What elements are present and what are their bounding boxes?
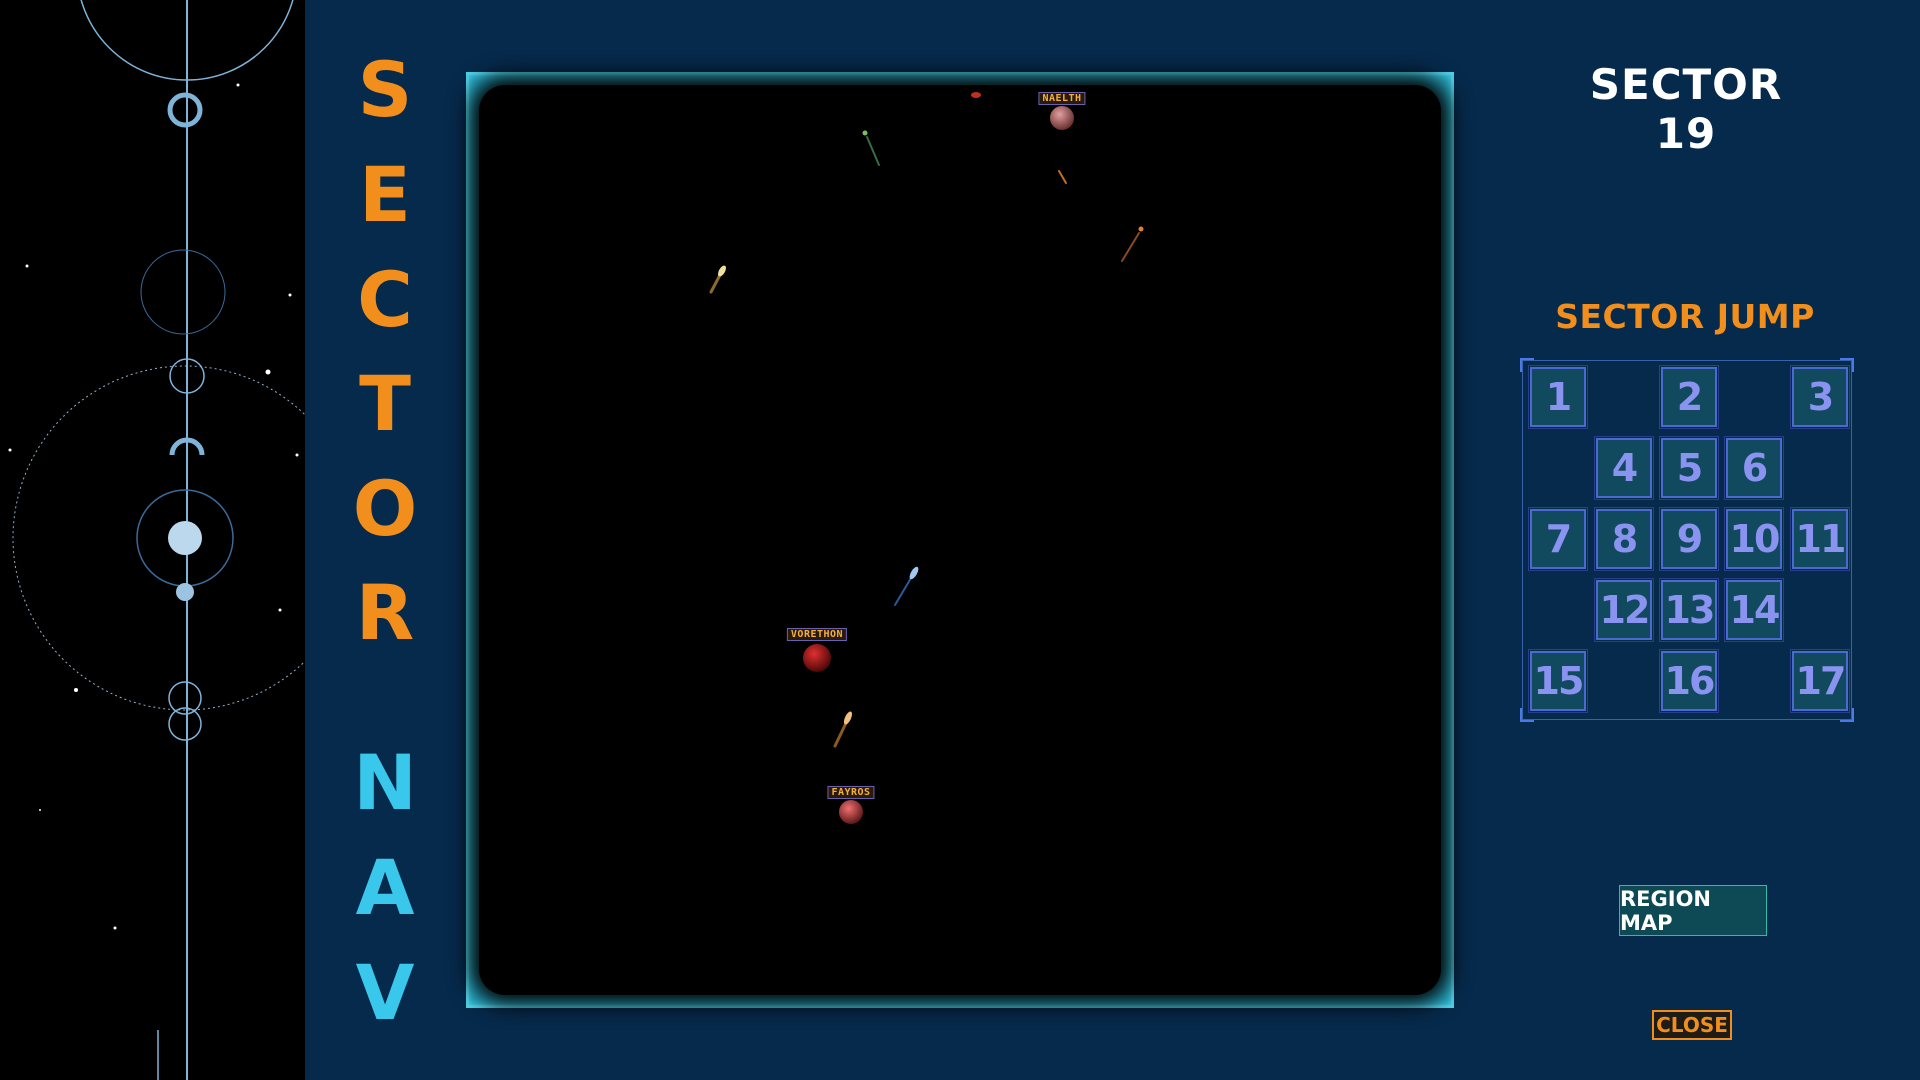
sector-title: SECTOR 19 <box>1589 60 1783 158</box>
sector-jump-button-15[interactable]: 15 <box>1528 649 1588 713</box>
close-button[interactable]: CLOSE <box>1652 1010 1732 1040</box>
sector-jump-button-4[interactable]: 4 <box>1594 436 1654 500</box>
planet-fayros[interactable] <box>839 800 863 824</box>
sector-jump-button-13[interactable]: 13 <box>1659 578 1719 642</box>
ship-trail <box>894 577 912 606</box>
sector-jump-button-9[interactable]: 9 <box>1659 507 1719 571</box>
sector-jump-button-3[interactable]: 3 <box>1790 365 1850 429</box>
sector-jump-title: SECTOR JUMP <box>1555 297 1815 336</box>
planet-vorethon[interactable] <box>803 644 831 672</box>
sector-jump-button-11[interactable]: 11 <box>1790 507 1850 571</box>
sector-jump-button-2[interactable]: 2 <box>1659 365 1719 429</box>
region-map-button[interactable]: REGION MAP <box>1619 885 1767 936</box>
planet-naelth[interactable] <box>1050 106 1074 130</box>
sector-jump-button-14[interactable]: 14 <box>1724 578 1784 642</box>
sector-jump-button-6[interactable]: 6 <box>1724 436 1784 500</box>
ship-trail <box>1121 232 1140 262</box>
ship-icon[interactable] <box>842 710 853 725</box>
planet-label-vorethon: VORETHON <box>786 628 848 641</box>
ship-trail <box>833 721 848 748</box>
ship-trail <box>1058 170 1067 184</box>
sector-map-frame: NAELTH VORETHON FAYROS <box>466 72 1454 1008</box>
sector-jump-button-16[interactable]: 16 <box>1659 649 1719 713</box>
ship-icon[interactable] <box>1138 226 1144 232</box>
ship-trail <box>866 136 880 166</box>
orbit-decoration <box>8 0 305 1080</box>
sector-jump-button-1[interactable]: 1 <box>1528 365 1588 429</box>
sector-jump-button-10[interactable]: 10 <box>1724 507 1784 571</box>
sector-jump-button-17[interactable]: 17 <box>1790 649 1850 713</box>
sector-jump-button-5[interactable]: 5 <box>1659 436 1719 500</box>
sector-map-canvas <box>709 92 1144 824</box>
left-orbit-strip <box>0 0 305 1080</box>
sector-jump-button-12[interactable]: 12 <box>1594 578 1654 642</box>
sector-map-viewport[interactable]: NAELTH VORETHON FAYROS <box>479 85 1441 995</box>
ship-trail <box>709 273 722 294</box>
map-object-marker[interactable] <box>971 92 981 98</box>
sector-jump-grid: 1 2 3 4 5 6 7 8 9 10 11 12 13 14 15 16 1… <box>1520 358 1854 722</box>
planet-label-naelth: NAELTH <box>1038 92 1086 105</box>
sector-jump-button-7[interactable]: 7 <box>1528 507 1588 571</box>
sector-jump-button-8[interactable]: 8 <box>1594 507 1654 571</box>
planet-label-fayros: FAYROS <box>827 786 875 799</box>
ship-icon[interactable] <box>862 130 868 136</box>
